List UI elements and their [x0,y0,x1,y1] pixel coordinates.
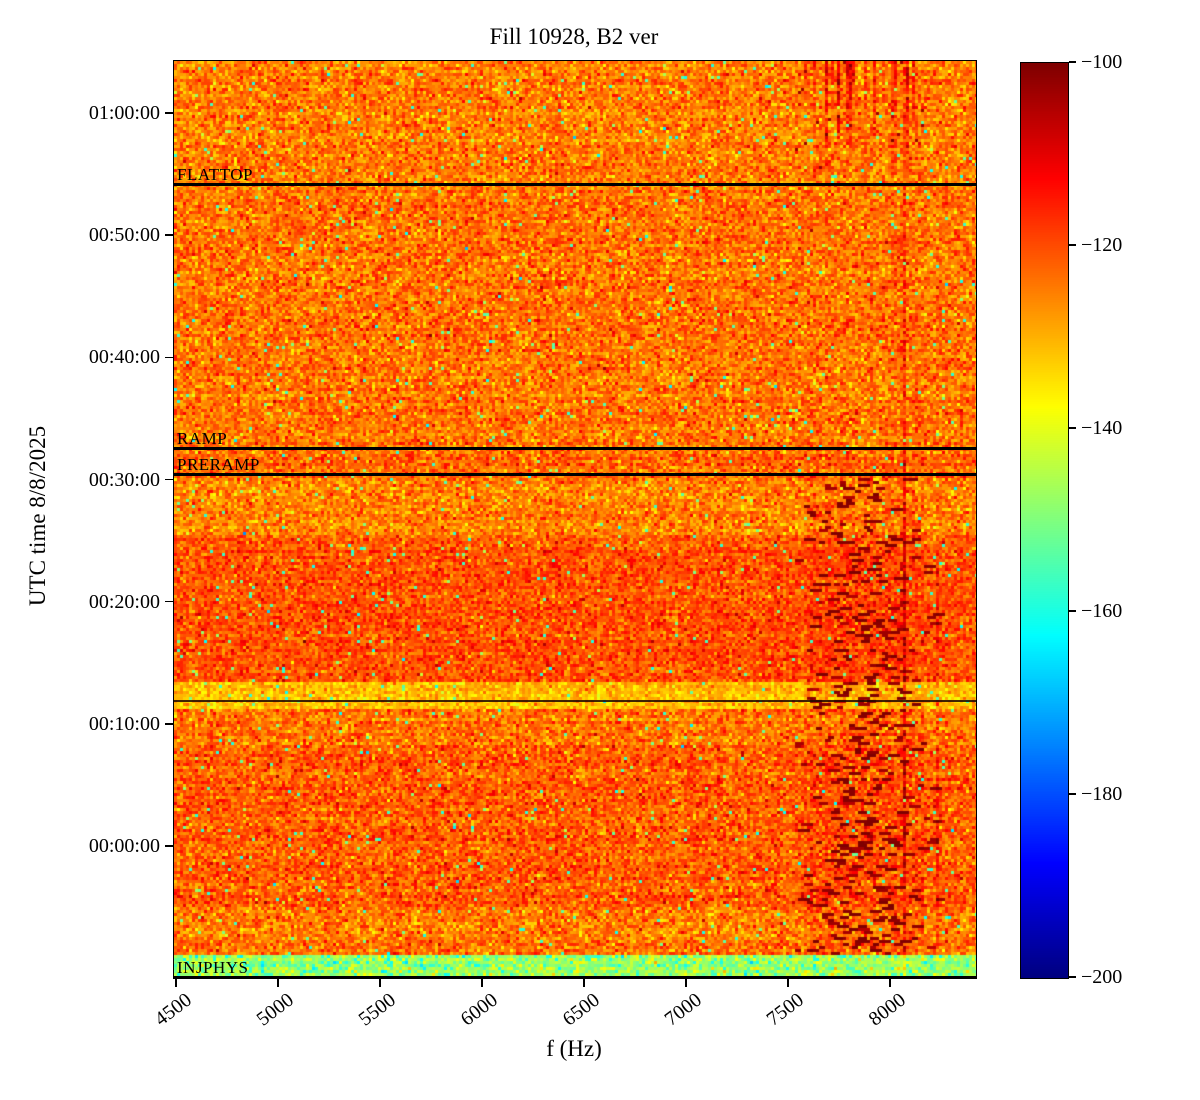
x-tick-mark [481,979,483,987]
y-tick-mark [165,112,173,114]
colorbar-tick-label: −100 [1081,49,1191,75]
colorbar-tick-mark [1069,976,1076,978]
y-tick-mark [165,723,173,725]
x-tick-mark [583,979,585,987]
unlabeled-event-line [174,700,976,702]
x-tick-mark [787,979,789,987]
colorbar-tick-label: −140 [1081,415,1191,441]
x-tick-mark [277,979,279,987]
spectrogram-heatmap [174,61,976,978]
y-axis-title: UTC time 8/8/2025 [25,426,51,606]
colorbar [1020,62,1069,979]
beam-mode-label-injphys: INJPHYS [177,958,249,977]
colorbar-tick-mark [1069,244,1076,246]
colorbar-tick-label: −180 [1081,781,1191,807]
beam-mode-line-flattop [174,183,976,186]
colorbar-tick-mark [1069,793,1076,795]
beam-mode-label-ramp: RAMP [177,429,227,448]
plot-area: FLATTOP RAMP PRERAMP INJPHYS [173,60,977,979]
colorbar-tick-mark [1069,427,1076,429]
x-tick-mark [175,979,177,987]
y-tick-label: 00:00:00 [0,833,160,859]
y-tick-label: 00:20:00 [0,589,160,615]
beam-mode-line-ramp [174,447,976,450]
x-tick-mark [379,979,381,987]
colorbar-tick-label: −120 [1081,232,1191,258]
y-tick-label: 01:00:00 [0,100,160,126]
colorbar-tick-mark [1069,61,1076,63]
beam-mode-label-flattop: FLATTOP [177,165,253,184]
colorbar-gradient [1021,63,1068,978]
colorbar-tick-label: −160 [1081,598,1191,624]
x-tick-mark [685,979,687,987]
y-tick-mark [165,479,173,481]
beam-mode-label-preramp: PRERAMP [177,455,260,474]
chart-title: Fill 10928, B2 ver [173,24,975,50]
y-tick-mark [165,601,173,603]
y-tick-mark [165,845,173,847]
y-tick-label: 00:40:00 [0,344,160,370]
spectrogram-figure: Fill 10928, B2 ver UTC time 8/8/2025 f (… [0,0,1200,1100]
colorbar-tick-mark [1069,610,1076,612]
beam-mode-line-preramp [174,473,976,476]
x-tick-mark [889,979,891,987]
y-tick-label: 00:30:00 [0,467,160,493]
y-tick-mark [165,234,173,236]
y-tick-label: 00:10:00 [0,711,160,737]
y-tick-label: 00:50:00 [0,222,160,248]
colorbar-tick-label: −200 [1081,964,1191,990]
y-tick-mark [165,357,173,359]
beam-mode-line-injphys [174,976,976,978]
